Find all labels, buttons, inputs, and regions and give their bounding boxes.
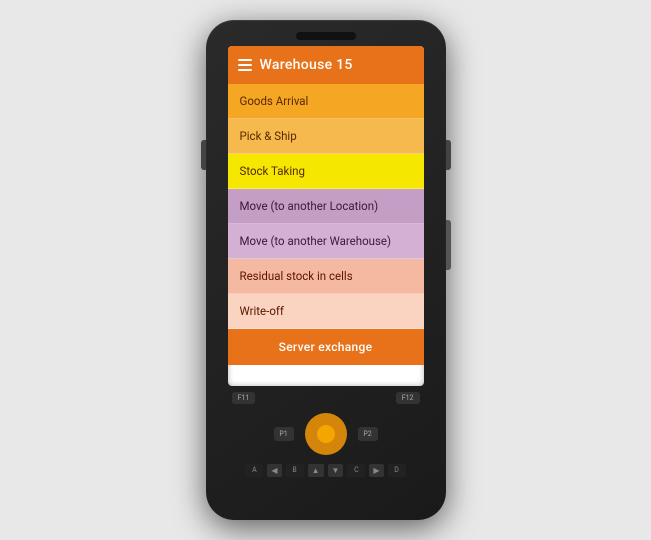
arrow-up-button[interactable]: ▲: [308, 464, 324, 477]
menu-item-writeoff[interactable]: Write-off: [228, 294, 424, 329]
arrow-down-button[interactable]: ▼: [328, 464, 344, 477]
f12-button[interactable]: F12: [396, 392, 420, 404]
p2-button[interactable]: P2: [358, 427, 378, 441]
function-key-row: F11 F12: [228, 392, 424, 404]
device-speaker: [296, 32, 356, 40]
menu-item-stock-taking[interactable]: Stock Taking: [228, 154, 424, 189]
side-button-right-bottom[interactable]: [446, 220, 451, 270]
directional-pad[interactable]: [300, 408, 352, 460]
handheld-device: Warehouse 15 Goods Arrival Pick & Ship S…: [206, 20, 446, 520]
key-d[interactable]: D: [388, 464, 406, 477]
dpad-area: P1 P2: [228, 408, 424, 460]
menu-item-pick-ship[interactable]: Pick & Ship: [228, 119, 424, 154]
alpha-key-row: A ◀ B ▲ ▼ C ▶ D: [228, 464, 424, 477]
hamburger-menu-button[interactable]: [238, 59, 252, 71]
server-exchange-button[interactable]: Server exchange: [228, 329, 424, 365]
device-keypad: F11 F12 P1 P2 A ◀ B ▲ ▼ C: [228, 392, 424, 479]
arrow-left-button[interactable]: ◀: [267, 464, 281, 477]
dpad-center-button[interactable]: [317, 425, 335, 443]
f11-button[interactable]: F11: [232, 392, 256, 404]
side-button-left[interactable]: [201, 140, 206, 170]
key-c[interactable]: C: [347, 464, 365, 477]
key-b[interactable]: B: [286, 464, 304, 477]
menu-list: Goods Arrival Pick & Ship Stock Taking M…: [228, 84, 424, 365]
menu-item-residual[interactable]: Residual stock in cells: [228, 259, 424, 294]
menu-item-move-location[interactable]: Move (to another Location): [228, 189, 424, 224]
p1-button[interactable]: P1: [274, 427, 294, 441]
menu-item-goods-arrival[interactable]: Goods Arrival: [228, 84, 424, 119]
key-a[interactable]: A: [245, 464, 263, 477]
app-title: Warehouse 15: [260, 57, 353, 73]
device-screen: Warehouse 15 Goods Arrival Pick & Ship S…: [228, 46, 424, 386]
side-button-right-top[interactable]: [446, 140, 451, 170]
app-header: Warehouse 15: [228, 46, 424, 84]
menu-item-move-warehouse[interactable]: Move (to another Warehouse): [228, 224, 424, 259]
arrow-right-button[interactable]: ▶: [369, 464, 383, 477]
